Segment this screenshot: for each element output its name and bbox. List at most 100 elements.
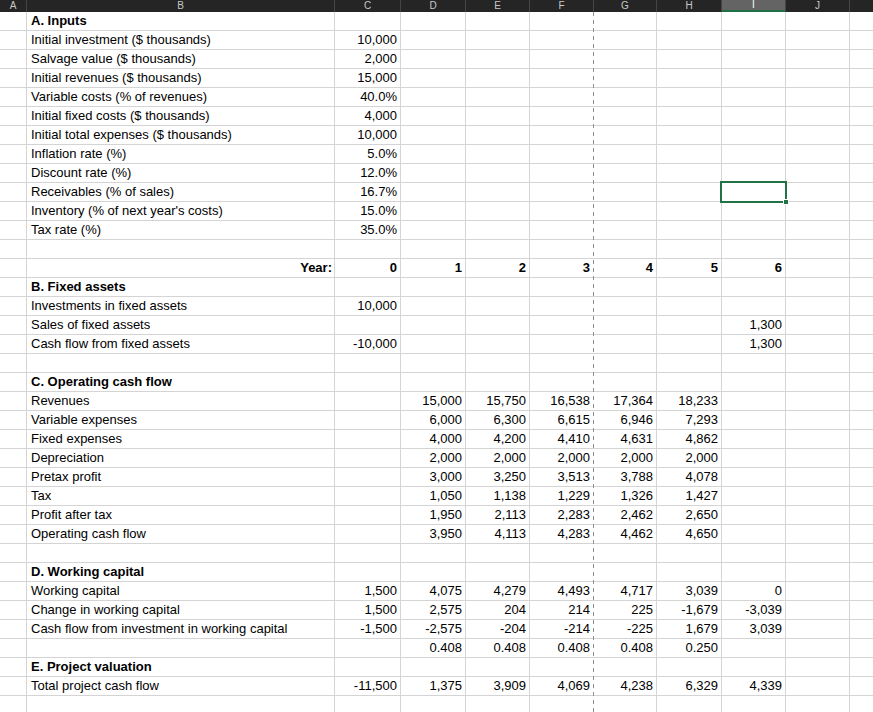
cell[interactable]: 3,039 — [657, 582, 722, 600]
selected-cell-outline[interactable] — [720, 181, 787, 203]
cell[interactable]: 1,500 — [335, 601, 401, 619]
column-header-H[interactable]: H — [657, 0, 722, 12]
cell[interactable] — [335, 506, 401, 524]
cell[interactable] — [530, 544, 594, 562]
cell[interactable] — [594, 202, 657, 220]
cell[interactable]: 4,283 — [530, 525, 594, 543]
cell[interactable] — [722, 639, 786, 657]
cell[interactable] — [466, 297, 530, 315]
row-label[interactable]: Initial fixed costs ($ thousands) — [27, 107, 335, 125]
cell[interactable] — [786, 563, 850, 581]
cell[interactable] — [657, 335, 722, 353]
cell[interactable] — [466, 88, 530, 106]
cell[interactable] — [786, 69, 850, 87]
cell[interactable] — [722, 69, 786, 87]
cell[interactable]: 6,329 — [657, 677, 722, 695]
cell[interactable]: 3,513 — [530, 468, 594, 486]
cell[interactable]: 2,000 — [401, 449, 466, 467]
cell[interactable] — [786, 31, 850, 49]
cell[interactable]: 16,538 — [530, 392, 594, 410]
cell[interactable] — [335, 392, 401, 410]
cell[interactable]: 1,050 — [401, 487, 466, 505]
cell[interactable] — [530, 658, 594, 676]
column-header-F[interactable]: F — [530, 0, 594, 12]
cell[interactable]: -1,500 — [335, 620, 401, 638]
cell[interactable] — [657, 69, 722, 87]
row-label[interactable]: Operating cash flow — [27, 525, 335, 543]
cell[interactable] — [0, 373, 27, 391]
cell[interactable] — [657, 88, 722, 106]
cell[interactable]: 1,375 — [401, 677, 466, 695]
cell[interactable]: -11,500 — [335, 677, 401, 695]
cell[interactable] — [335, 278, 401, 296]
cell[interactable]: 0 — [722, 582, 786, 600]
cell[interactable] — [466, 31, 530, 49]
cell[interactable] — [657, 658, 722, 676]
cell[interactable] — [0, 145, 27, 163]
cell[interactable] — [466, 183, 530, 201]
cell[interactable]: 15,000 — [401, 392, 466, 410]
cell[interactable] — [0, 297, 27, 315]
cell[interactable] — [594, 69, 657, 87]
cell[interactable] — [594, 88, 657, 106]
cell[interactable] — [530, 164, 594, 182]
cell[interactable] — [594, 50, 657, 68]
cell[interactable]: 2,283 — [530, 506, 594, 524]
cell[interactable] — [401, 297, 466, 315]
cell[interactable] — [530, 202, 594, 220]
cell[interactable] — [0, 88, 27, 106]
cell[interactable] — [401, 107, 466, 125]
cell[interactable] — [722, 430, 786, 448]
cell[interactable] — [0, 506, 27, 524]
cell[interactable] — [594, 126, 657, 144]
cell[interactable] — [594, 563, 657, 581]
cell[interactable]: 10,000 — [335, 126, 401, 144]
cell[interactable]: 1,326 — [594, 487, 657, 505]
cell[interactable] — [786, 373, 850, 391]
cell[interactable] — [786, 677, 850, 695]
cell[interactable]: 4,000 — [401, 430, 466, 448]
cell[interactable]: 10,000 — [335, 31, 401, 49]
cell[interactable] — [657, 107, 722, 125]
cell[interactable]: 0.408 — [530, 639, 594, 657]
cell[interactable] — [401, 544, 466, 562]
cell[interactable]: 1,300 — [722, 335, 786, 353]
cell[interactable]: 4,000 — [335, 107, 401, 125]
row-label[interactable]: Investments in fixed assets — [27, 297, 335, 315]
column-header-D[interactable]: D — [401, 0, 466, 12]
cell[interactable] — [786, 392, 850, 410]
cell[interactable] — [594, 335, 657, 353]
cell[interactable] — [786, 601, 850, 619]
cell[interactable] — [335, 525, 401, 543]
cell[interactable] — [466, 202, 530, 220]
cell[interactable]: 6,946 — [594, 411, 657, 429]
cell[interactable] — [786, 354, 850, 372]
cell[interactable] — [722, 449, 786, 467]
cell[interactable]: 18,233 — [657, 392, 722, 410]
cell[interactable] — [335, 468, 401, 486]
cell[interactable]: 2,000 — [335, 50, 401, 68]
cell[interactable]: -1,679 — [657, 601, 722, 619]
cell[interactable] — [786, 582, 850, 600]
cell[interactable] — [335, 12, 401, 30]
cell[interactable] — [722, 354, 786, 372]
cell[interactable]: -2,575 — [401, 620, 466, 638]
cell[interactable]: -3,039 — [722, 601, 786, 619]
cell[interactable]: 5.0% — [335, 145, 401, 163]
cell[interactable] — [0, 563, 27, 581]
cell[interactable] — [530, 373, 594, 391]
cell[interactable] — [401, 31, 466, 49]
cell[interactable] — [401, 69, 466, 87]
cell[interactable]: 17,364 — [594, 392, 657, 410]
cell[interactable] — [0, 677, 27, 695]
cell[interactable] — [722, 202, 786, 220]
cell[interactable] — [786, 50, 850, 68]
row-label[interactable]: Working capital — [27, 582, 335, 600]
column-header-B[interactable]: B — [27, 0, 335, 12]
cell[interactable]: -204 — [466, 620, 530, 638]
cell[interactable]: 3,788 — [594, 468, 657, 486]
cell[interactable] — [786, 316, 850, 334]
row-label[interactable]: E. Project valuation — [27, 658, 335, 676]
cell[interactable]: 0 — [335, 259, 401, 277]
cell[interactable] — [401, 240, 466, 258]
